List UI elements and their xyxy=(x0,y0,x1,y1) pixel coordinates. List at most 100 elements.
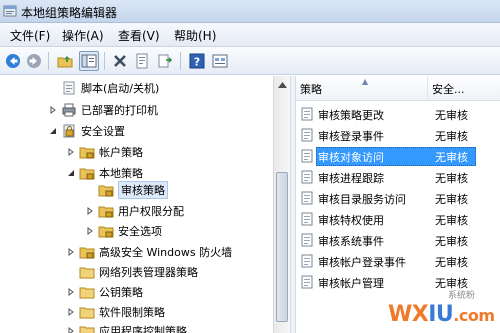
watermark-text: WXIU.com xyxy=(388,302,495,327)
tree-item-user-rights[interactable]: 用户权限分配 xyxy=(85,201,184,221)
tree-scrollbar[interactable] xyxy=(273,76,290,333)
security-setting: 无审核 xyxy=(435,151,468,164)
list-item[interactable]: 审核系统事件 无审核 xyxy=(296,230,500,251)
toolbar-separator xyxy=(180,52,181,70)
script-icon xyxy=(61,80,77,96)
back-button[interactable] xyxy=(3,51,23,71)
forward-button[interactable] xyxy=(24,51,44,71)
tree-item-audit-policy[interactable]: 审核策略 xyxy=(85,180,168,200)
column-header-policy[interactable]: ▲ 策略 xyxy=(300,76,428,101)
chevron-down-icon[interactable] xyxy=(48,126,58,136)
sort-ascending-icon: ▲ xyxy=(362,77,369,86)
tree-item-label: 安全选项 xyxy=(118,225,162,238)
menu-bar: 文件(F) 操作(A) 查看(V) 帮助(H) xyxy=(0,23,500,47)
menu-view[interactable]: 查看(V) xyxy=(116,27,162,44)
window-title: 本地组策略编辑器 xyxy=(21,6,118,20)
menu-action[interactable]: 操作(A) xyxy=(60,27,106,44)
delete-icon xyxy=(114,55,126,67)
watermark-text-a: WX xyxy=(388,301,429,327)
list-item[interactable]: 审核帐户登录事件 无审核 xyxy=(296,251,500,272)
policy-item-icon xyxy=(301,275,313,289)
tree-no-expander xyxy=(66,267,76,277)
tree-item-network-list[interactable]: 网络列表管理器策略 xyxy=(66,262,198,282)
list-item[interactable]: 审核策略更改 无审核 xyxy=(296,104,500,125)
tree-item-label: 安全设置 xyxy=(81,125,125,138)
tree-item-public-key[interactable]: 公钥策略 xyxy=(66,282,143,302)
chevron-right-icon[interactable] xyxy=(85,226,95,236)
folder-icon xyxy=(79,284,95,300)
chevron-right-icon[interactable] xyxy=(85,206,95,216)
properties-icon xyxy=(136,53,148,69)
console-tree: 脚本(启动/关机) 已部署的打印机 安全设置 帐户策略 本地策略 审核策略 用户… xyxy=(0,76,273,333)
security-setting: 无审核 xyxy=(435,193,468,206)
list-item[interactable]: 审核进程跟踪 无审核 xyxy=(296,167,500,188)
chevron-right-icon[interactable] xyxy=(66,247,76,257)
scroll-up-button[interactable] xyxy=(274,76,291,93)
printer-icon xyxy=(61,102,77,118)
properties-button[interactable] xyxy=(132,51,152,71)
folder-icon xyxy=(79,264,95,280)
security-setting: 无审核 xyxy=(435,109,468,122)
export-list-icon xyxy=(158,54,173,68)
security-settings-icon xyxy=(61,123,77,139)
policy-item-icon xyxy=(301,107,313,121)
tree-item-firewall[interactable]: 高级安全 Windows 防火墙 xyxy=(66,242,232,262)
policy-item-icon xyxy=(301,191,313,205)
menu-file[interactable]: 文件(F) xyxy=(8,27,52,44)
security-setting: 无审核 xyxy=(435,235,468,248)
list-item[interactable]: 审核目录服务访问 无审核 xyxy=(296,188,500,209)
delete-button[interactable] xyxy=(110,51,130,71)
tree-item-app-control[interactable]: 应用程序控制策略 xyxy=(66,321,187,333)
policy-name: 审核进程跟踪 xyxy=(318,172,384,185)
policy-item-icon xyxy=(301,149,313,163)
policy-name: 审核登录事件 xyxy=(318,130,384,143)
tree-item-scripts[interactable]: 脚本(启动/关机) xyxy=(48,78,159,98)
folder-lock-icon xyxy=(98,223,114,239)
folder-lock-icon xyxy=(79,244,95,260)
chevron-right-icon[interactable] xyxy=(66,326,76,333)
chevron-right-icon[interactable] xyxy=(48,105,58,115)
menu-help[interactable]: 帮助(H) xyxy=(172,27,218,44)
tree-no-expander xyxy=(48,83,58,93)
scroll-thumb[interactable] xyxy=(276,172,288,322)
chevron-right-icon[interactable] xyxy=(66,147,76,157)
policy-item-icon xyxy=(301,212,313,226)
tree-item-label: 网络列表管理器策略 xyxy=(99,266,198,279)
policy-item-icon xyxy=(301,170,313,184)
forward-icon xyxy=(27,54,41,68)
folder-lock-icon xyxy=(79,165,95,181)
tree-item-label: 脚本(启动/关机) xyxy=(81,82,160,95)
tree-item-label: 用户权限分配 xyxy=(118,205,184,218)
export-list-button[interactable] xyxy=(155,51,175,71)
list-item[interactable]: 审核登录事件 无审核 xyxy=(296,125,500,146)
chevron-right-icon[interactable] xyxy=(66,287,76,297)
svg-text:?: ? xyxy=(194,56,200,69)
tree-item-security-options[interactable]: 安全选项 xyxy=(85,221,162,241)
view-button[interactable] xyxy=(210,51,230,71)
up-one-level-button[interactable] xyxy=(55,51,75,71)
toolbar-separator xyxy=(48,52,49,70)
tree-item-security-settings[interactable]: 安全设置 xyxy=(48,121,125,141)
group-policy-app-icon xyxy=(3,5,17,17)
chevron-right-icon[interactable] xyxy=(66,307,76,317)
security-setting: 无审核 xyxy=(435,130,468,143)
policy-name: 审核帐户管理 xyxy=(318,277,384,290)
chevron-down-icon[interactable] xyxy=(66,168,76,178)
security-setting: 无审核 xyxy=(435,214,468,227)
view-icon xyxy=(212,54,228,68)
watermark-text-c: .com xyxy=(453,305,495,325)
tree-item-printers[interactable]: 已部署的打印机 xyxy=(48,100,158,120)
policy-name: 审核策略更改 xyxy=(318,109,384,122)
policy-name: 审核对象访问 xyxy=(318,151,384,164)
list-item-selected[interactable]: 审核对象访问 无审核 xyxy=(296,146,500,167)
help-button[interactable]: ? xyxy=(187,51,207,71)
column-header-security-setting[interactable]: 安全... xyxy=(432,76,492,101)
list-item[interactable]: 审核特权使用 无审核 xyxy=(296,209,500,230)
tree-item-label: 公钥策略 xyxy=(99,286,143,299)
up-folder-icon xyxy=(57,56,73,68)
policy-name: 审核系统事件 xyxy=(318,235,384,248)
tree-item-account-policies[interactable]: 帐户策略 xyxy=(66,142,143,162)
watermark-logo: 系统粉 WXIU.com xyxy=(388,291,498,330)
tree-item-software-restriction[interactable]: 软件限制策略 xyxy=(66,302,165,322)
show-hide-tree-button[interactable] xyxy=(79,51,99,71)
